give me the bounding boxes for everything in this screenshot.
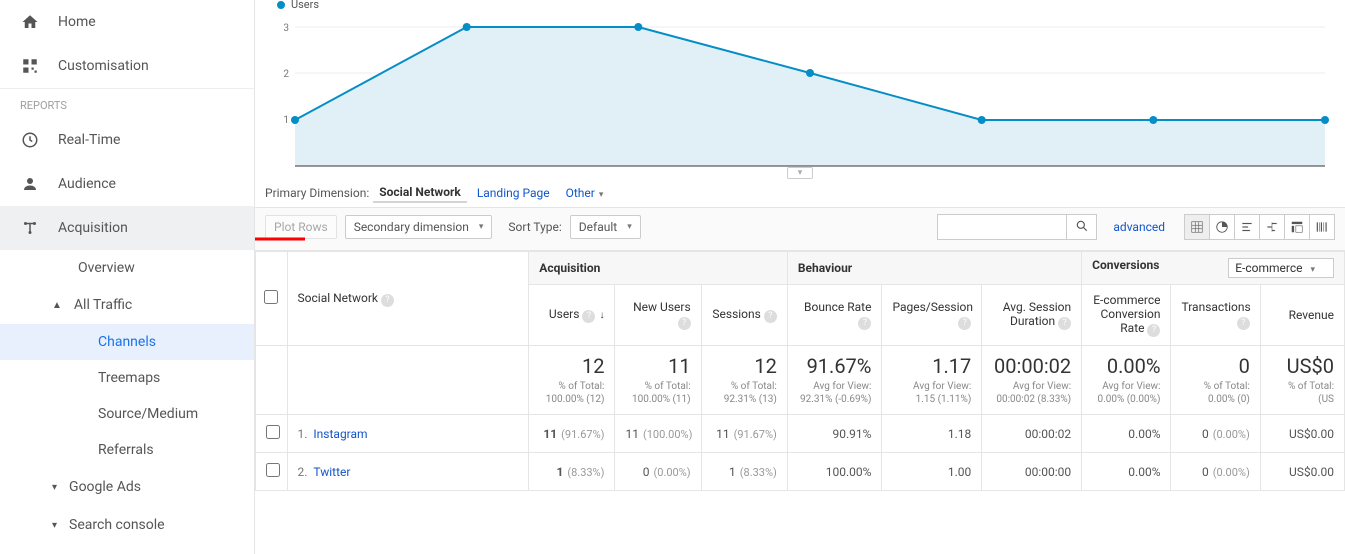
view-comparison[interactable] — [1259, 214, 1285, 240]
chart-collapse[interactable]: ▾ — [787, 167, 814, 179]
group-behaviour: Behaviour — [787, 252, 1081, 285]
svg-text:2: 2 — [283, 69, 289, 80]
subnav-search-console[interactable]: ▾Search console — [0, 506, 254, 544]
row-checkbox[interactable] — [266, 463, 280, 477]
nav-home-label: Home — [58, 14, 96, 30]
group-acquisition: Acquisition — [529, 252, 788, 285]
subnav-overview[interactable]: Overview — [0, 250, 254, 286]
view-table[interactable] — [1184, 214, 1210, 240]
svg-text:1: 1 — [283, 115, 289, 126]
col-bounce-rate[interactable]: Bounce Rate? — [787, 285, 882, 346]
view-barcode[interactable] — [1309, 214, 1335, 240]
chevron-up-icon: ▲ — [52, 300, 62, 311]
help-icon[interactable]: ? — [764, 310, 777, 323]
help-icon[interactable]: ? — [678, 317, 691, 330]
primary-dimension-row: Primary Dimension: Social Network Landin… — [255, 175, 1345, 207]
dim-other[interactable]: Other — [560, 184, 610, 202]
acquisition-icon — [20, 218, 40, 238]
help-icon[interactable]: ? — [858, 317, 871, 330]
nav-audience[interactable]: Audience — [0, 162, 254, 206]
help-icon[interactable]: ? — [582, 310, 595, 323]
nav-customisation-label: Customisation — [58, 58, 149, 74]
sort-type-select[interactable]: Default — [570, 215, 641, 239]
col-sessions[interactable]: Sessions? — [701, 285, 787, 346]
help-icon[interactable]: ? — [381, 294, 394, 307]
primary-dimension-label: Primary Dimension: — [265, 186, 369, 200]
subnav-referrals[interactable]: Referrals — [0, 432, 254, 468]
sort-type-label: Sort Type: — [508, 220, 561, 234]
subnav-treemaps[interactable]: Treemaps — [0, 360, 254, 396]
secondary-dimension-button[interactable]: Secondary dimension — [345, 215, 493, 239]
view-performance[interactable] — [1234, 214, 1260, 240]
plot-rows-button: Plot Rows — [265, 215, 337, 239]
svg-text:3: 3 — [283, 23, 289, 34]
reports-header: REPORTS — [0, 88, 254, 118]
legend-label: Users — [291, 0, 319, 11]
advanced-link[interactable]: advanced — [1113, 220, 1165, 234]
nav-acquisition[interactable]: Acquisition — [0, 206, 254, 250]
conversions-select[interactable]: E-commerce — [1228, 258, 1334, 278]
col-pages-session[interactable]: Pages/Session? — [882, 285, 982, 346]
row-link[interactable]: Instagram — [313, 427, 367, 441]
clock-icon — [20, 130, 40, 150]
nav-real-time-label: Real-Time — [58, 132, 120, 148]
audience-icon — [20, 174, 40, 194]
col-ecomm-conv[interactable]: E-commerce Conversion Rate? — [1082, 285, 1171, 346]
col-revenue[interactable]: Revenue — [1260, 285, 1344, 346]
subnav-all-traffic[interactable]: ▲All Traffic — [0, 286, 254, 324]
help-icon[interactable]: ? — [1147, 324, 1160, 337]
subnav-google-ads[interactable]: ▾Google Ads — [0, 468, 254, 506]
row-link[interactable]: Twitter — [313, 465, 350, 479]
line-chart: 1 2 3 … 8 Apr 9 Apr 10 Apr 11 Apr — [265, 0, 1335, 170]
summary-row: 12% of Total: 100.00% (12) 11% of Total:… — [256, 346, 1345, 415]
nav-audience-label: Audience — [58, 176, 116, 192]
help-icon[interactable]: ? — [1058, 317, 1071, 330]
table-search — [937, 214, 1097, 240]
nav-home[interactable]: Home — [0, 0, 254, 44]
help-icon[interactable]: ? — [1237, 317, 1250, 330]
col-transactions[interactable]: Transactions? — [1171, 285, 1260, 346]
subnav-source-medium[interactable]: Source/Medium — [0, 396, 254, 432]
chevron-right-icon: ▾ — [52, 520, 57, 531]
sort-down-icon: ↓ — [599, 310, 604, 321]
dim-social-network[interactable]: Social Network — [373, 183, 467, 203]
col-avg-session[interactable]: Avg. Session Duration? — [982, 285, 1082, 346]
col-users[interactable]: Users?↓ — [529, 285, 615, 346]
view-pivot[interactable] — [1284, 214, 1310, 240]
group-conversions: Conversions E-commerce — [1082, 252, 1345, 285]
view-toggles — [1185, 214, 1335, 240]
subnav-channels[interactable]: Channels — [0, 324, 254, 360]
col-new-users[interactable]: New Users? — [615, 285, 701, 346]
nav-real-time[interactable]: Real-Time — [0, 118, 254, 162]
table-row: 1. Instagram 11(91.67%) 11(100.00%) 11(9… — [256, 415, 1345, 453]
view-pie[interactable] — [1209, 214, 1235, 240]
row-checkbox[interactable] — [266, 425, 280, 439]
data-table: Social Network? Acquisition Behaviour Co… — [255, 251, 1345, 491]
legend-dot — [277, 1, 285, 9]
nav-acquisition-label: Acquisition — [58, 220, 128, 236]
select-all-header — [256, 252, 288, 346]
home-icon — [20, 12, 40, 32]
help-icon[interactable]: ? — [958, 317, 971, 330]
chart-legend: Users — [277, 0, 319, 11]
search-input[interactable] — [937, 214, 1067, 240]
table-controls: Plot Rows Secondary dimension Sort Type:… — [255, 207, 1345, 251]
col-social-network[interactable]: Social Network? — [287, 252, 529, 346]
select-all-checkbox[interactable] — [264, 290, 278, 304]
search-icon — [1075, 219, 1089, 233]
search-button[interactable] — [1067, 214, 1097, 240]
chevron-right-icon: ▾ — [52, 482, 57, 493]
table-row: 2. Twitter 1(8.33%) 0(0.00%) 1(8.33%) 10… — [256, 453, 1345, 491]
dim-landing-page[interactable]: Landing Page — [471, 184, 556, 202]
customisation-icon — [20, 56, 40, 76]
chart-area: Users 1 2 3 — [255, 0, 1345, 175]
nav-customisation[interactable]: Customisation — [0, 44, 254, 88]
